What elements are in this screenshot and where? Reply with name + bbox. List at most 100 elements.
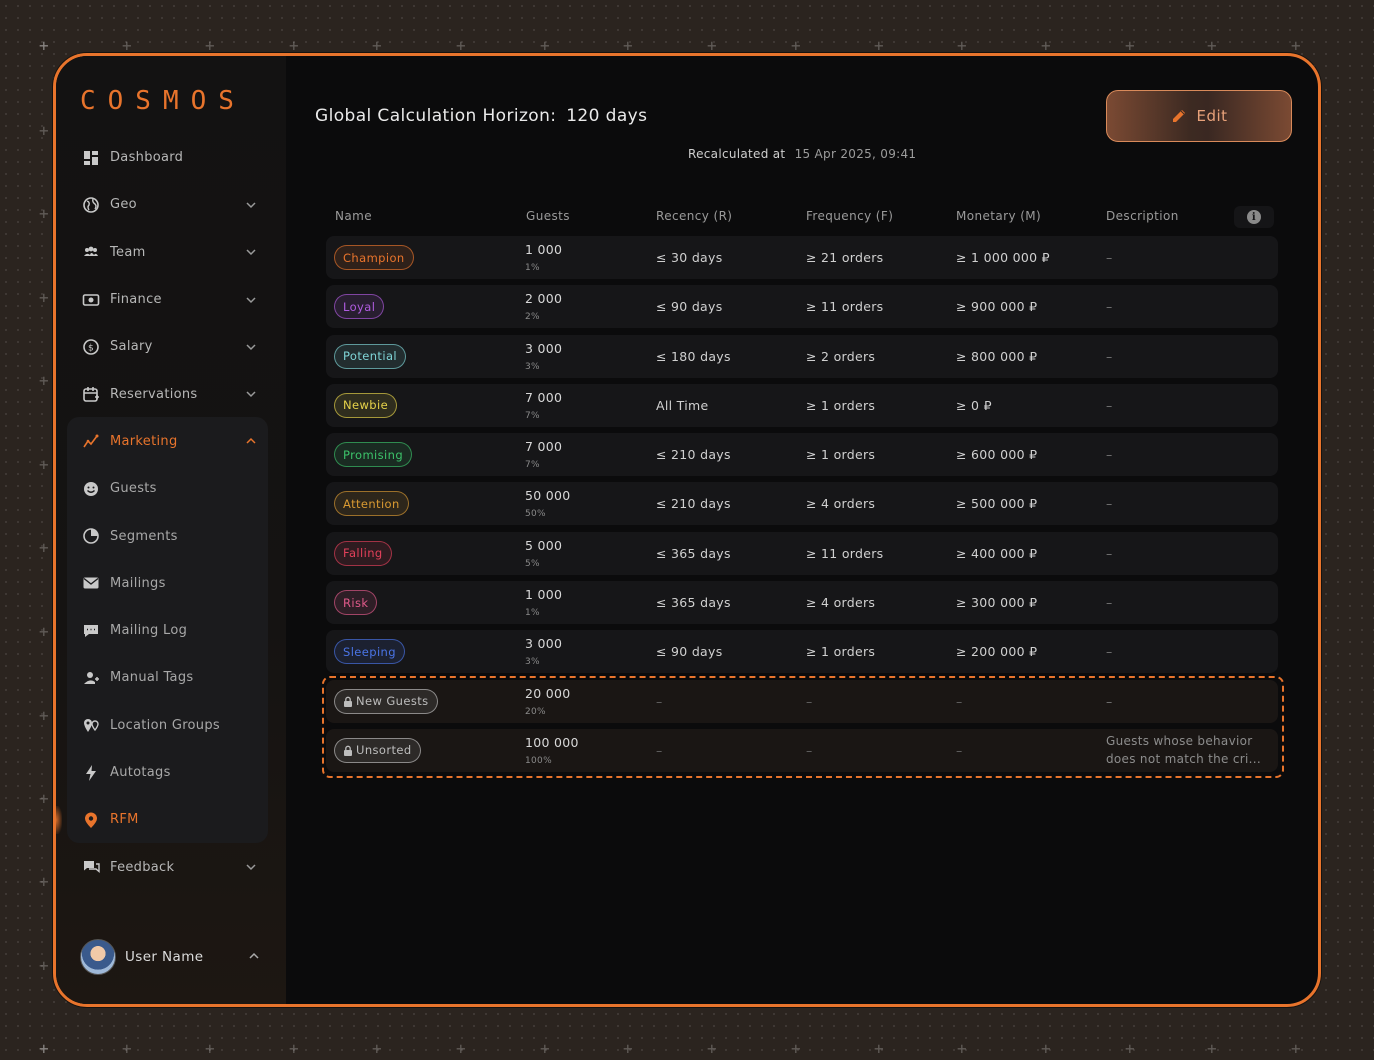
segment-tag[interactable]: Sleeping [334, 639, 405, 665]
sidebar-item-marketing[interactable]: Marketing [66, 418, 271, 465]
segment-tag-label: New Guests [356, 694, 429, 709]
sidebar-item-reservations[interactable]: Reservations [66, 370, 271, 417]
grid-plus-mark: + [205, 36, 215, 55]
sidebar-item-mailings[interactable]: Mailings [66, 560, 271, 607]
sidebar-item-manual-tags[interactable]: Manual Tags [66, 654, 271, 701]
app-logo[interactable]: COSMOS [80, 86, 246, 116]
column-header-recency[interactable]: Recency (R) [656, 209, 732, 223]
sidebar-item-dashboard[interactable]: Dashboard [66, 134, 271, 181]
chevron-up-icon[interactable] [248, 950, 260, 962]
table-row[interactable]: Champion 1 000 1% ≤ 30 days ≥ 21 orders ≥ 1 0… [326, 236, 1278, 279]
guests-cell: 3 000 3% [525, 335, 562, 378]
guests-count: 3 000 [525, 340, 563, 356]
sidebar-item-label: Finance [110, 292, 162, 308]
grid-plus-mark: + [957, 1039, 967, 1058]
segment-tag[interactable]: New Guests [334, 688, 438, 714]
table-row[interactable]: Potential 3 000 3% ≤ 180 days ≥ 2 orders ≥ 80… [326, 334, 1278, 378]
sidebar-item-mailing-log[interactable]: Mailing Log [66, 607, 271, 654]
recency-cell: ≤ 30 days [656, 250, 723, 265]
column-header-name[interactable]: Name [335, 209, 372, 223]
recency-cell: ≤ 365 days [656, 545, 731, 561]
monetary-cell: ≥ 1 000 000 ₽ [956, 250, 1050, 265]
sidebar-item-guests[interactable]: Guests [66, 465, 271, 512]
sidebar-item-segments[interactable]: Segments [66, 512, 271, 559]
description-cell: – [1106, 644, 1113, 660]
frequency-cell: ≥ 4 orders [806, 496, 876, 512]
sidebar-item-salary[interactable]: $ Salary [66, 323, 271, 370]
column-header-frequency[interactable]: Frequency (F) [806, 209, 893, 223]
grid-plus-mark: + [39, 121, 49, 140]
guests-percent: 7% [525, 410, 540, 421]
info-icon[interactable]: i [1234, 206, 1274, 228]
rfm-table-body: Champion 1 000 1% ≤ 30 days ≥ 21 orders ≥ 1 0… [326, 236, 1278, 778]
column-header-monetary[interactable]: Monetary (M) [956, 209, 1041, 223]
table-row[interactable]: Promising 7 000 7% ≤ 210 days ≥ 1 orders ≥ 60… [326, 433, 1278, 477]
mail-icon [82, 574, 100, 592]
sidebar-item-label: Mailings [110, 575, 166, 591]
chevron-down-icon[interactable] [245, 294, 257, 306]
segment-tag-label: Loyal [343, 299, 376, 314]
table-row[interactable]: Unsorted 100 000 100% – – – Guests whose behav… [326, 728, 1278, 772]
sidebar-item-autotags[interactable]: Autotags [66, 749, 271, 796]
table-row[interactable]: Sleeping 3 000 3% ≤ 90 days ≥ 1 orders ≥ 200 … [326, 630, 1278, 674]
description-cell: – [1106, 397, 1113, 413]
chevron-down-icon[interactable] [245, 341, 257, 353]
column-header-guests[interactable]: Guests [526, 209, 570, 223]
chevron-down-icon[interactable] [245, 199, 257, 211]
chevron-up-icon[interactable] [245, 435, 257, 447]
lock-icon [344, 696, 352, 707]
monetary-cell: – [956, 742, 963, 758]
description-cell: – [1106, 299, 1113, 315]
segment-tag[interactable]: Unsorted [334, 737, 421, 763]
description-cell: – [1106, 545, 1113, 561]
recency-cell: ≤ 180 days [656, 348, 731, 364]
segment-tag[interactable]: Newbie [334, 392, 398, 418]
sidebar-item-team[interactable]: Team [66, 229, 271, 276]
segment-tag[interactable]: Potential [334, 343, 406, 369]
chevron-down-icon[interactable] [245, 861, 257, 873]
chevron-down-icon[interactable] [245, 246, 257, 258]
recency-cell: ≤ 90 days [656, 644, 723, 660]
segment-tag[interactable]: Falling [334, 540, 392, 566]
sidebar-item-label: Autotags [110, 765, 171, 780]
segment-tag-label: Promising [343, 447, 404, 462]
segment-tag[interactable]: Champion [334, 245, 414, 270]
table-row[interactable]: Newbie 7 000 7% All Time ≥ 1 orders ≥ 0 ₽ – [326, 383, 1278, 427]
recalc-value: 15 Apr 2025, 09:41 [794, 147, 917, 161]
sidebar-item-finance[interactable]: Finance [66, 276, 271, 323]
table-row[interactable]: Loyal 2 000 2% ≤ 90 days ≥ 11 orders ≥ 900 00… [326, 285, 1278, 329]
recency-cell: ≤ 90 days [656, 299, 723, 315]
svg-text:$: $ [88, 343, 94, 353]
guests-percent: 3% [525, 657, 540, 668]
sidebar-item-rfm[interactable]: RFM [56, 796, 271, 843]
chat-log-icon [82, 622, 100, 640]
segment-tag[interactable]: Loyal [334, 294, 385, 320]
sidebar-item-feedback[interactable]: Feedback [66, 843, 271, 890]
user-menu[interactable]: User Name [80, 938, 260, 976]
table-row[interactable]: Risk 1 000 1% ≤ 365 days ≥ 4 orders ≥ 300 000… [326, 581, 1278, 625]
monetary-cell: ≥ 200 000 ₽ [956, 644, 1038, 660]
segment-tag[interactable]: Attention [334, 491, 409, 517]
table-row[interactable]: Attention 50 000 50% ≤ 210 days ≥ 4 orders ≥ … [326, 482, 1278, 526]
sidebar-item-geo[interactable]: Geo [66, 181, 271, 228]
segment-tag[interactable]: Promising [334, 442, 413, 468]
monetary-cell: ≥ 300 000 ₽ [956, 595, 1038, 611]
segment-name-cell: Risk [334, 581, 378, 624]
avatar[interactable] [80, 939, 116, 975]
edit-button[interactable]: Edit [1106, 90, 1292, 142]
table-row[interactable]: New Guests 20 000 20% – – – – [326, 679, 1278, 723]
table-row[interactable]: Falling 5 000 5% ≤ 365 days ≥ 11 orders ≥ 400… [326, 531, 1278, 575]
guests-cell: 100 000 100% [525, 729, 579, 772]
chevron-down-icon[interactable] [245, 388, 257, 400]
sidebar-item-label: Manual Tags [110, 670, 194, 686]
segment-tag-label: Potential [343, 349, 397, 364]
sidebar-item-location-groups[interactable]: Location Groups [66, 702, 271, 749]
segment-tag[interactable]: Risk [334, 590, 378, 616]
grid-plus-mark: + [122, 1039, 132, 1058]
guests-count: 5 000 [525, 537, 563, 553]
guests-count: 7 000 [525, 389, 563, 405]
segment-tag-label: Attention [343, 496, 400, 511]
feedback-icon [82, 858, 100, 876]
calculation-horizon: Global Calculation Horizon: 120 days [315, 106, 647, 126]
column-header-description[interactable]: Description [1106, 209, 1179, 223]
